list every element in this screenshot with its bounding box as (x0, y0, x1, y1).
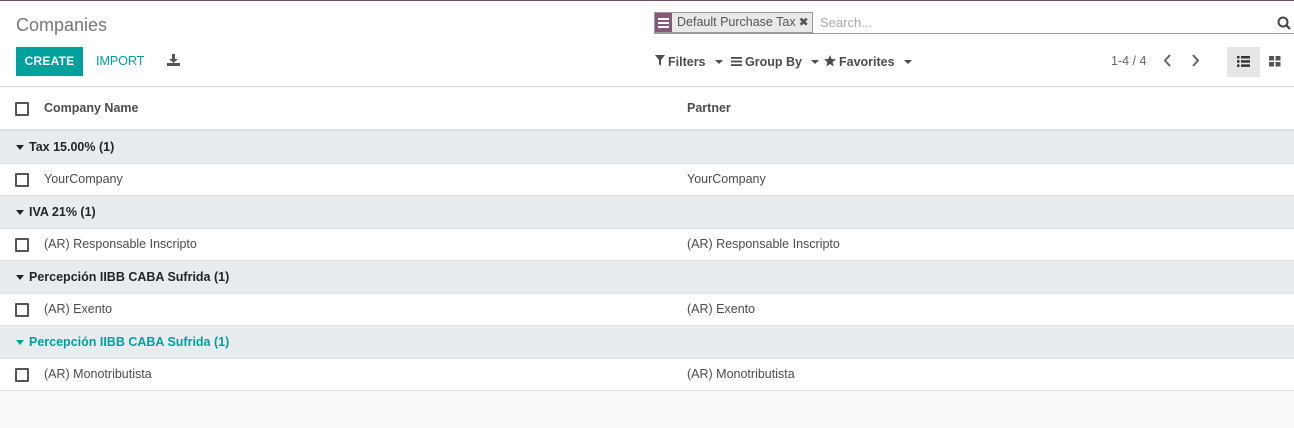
group-label: IVA 21% (1) (29, 205, 96, 219)
row-checkbox[interactable] (15, 367, 29, 382)
company-name-cell: (AR) Monotributista (44, 366, 152, 381)
create-button[interactable]: CREATE (16, 47, 83, 76)
row-checkbox[interactable] (15, 172, 29, 187)
caret-down-icon (714, 60, 723, 64)
import-button[interactable]: IMPORT (96, 47, 144, 76)
favorites-label: Favorites (839, 55, 895, 69)
facet-remove-icon[interactable]: ✖ (799, 13, 812, 32)
control-panel: Companies Default Purchase Tax ✖ CREATE … (0, 1, 1294, 87)
kanban-icon (1269, 55, 1281, 70)
search-facet-label: Default Purchase Tax (677, 15, 796, 29)
list-view-button[interactable] (1227, 47, 1260, 77)
column-header-company-name[interactable]: Company Name (44, 101, 138, 115)
group-label: Tax 15.00% (1) (29, 140, 115, 154)
company-name-cell: (AR) Responsable Inscripto (44, 236, 197, 251)
search-icon[interactable] (1277, 16, 1291, 33)
table-header: Company Name Partner (0, 88, 1294, 131)
select-all-checkbox[interactable] (15, 102, 29, 116)
search-input[interactable] (820, 13, 1260, 32)
pager-value[interactable]: 1-4 / 4 (1111, 54, 1146, 68)
group-row[interactable]: IVA 21% (1) (0, 196, 1294, 229)
table-row[interactable]: (AR) Monotributista (AR) Monotributista (0, 358, 1294, 391)
chevron-left-icon[interactable] (1163, 54, 1172, 70)
caret-down-icon (16, 275, 24, 280)
caret-down-icon (810, 60, 819, 64)
caret-down-icon (16, 210, 24, 215)
table-row[interactable]: (AR) Responsable Inscripto (AR) Responsa… (0, 228, 1294, 261)
table-row[interactable]: YourCompany YourCompany (0, 163, 1294, 196)
company-name-cell: (AR) Exento (44, 301, 113, 316)
group-by-icon (655, 13, 672, 32)
bars-icon (731, 55, 742, 69)
page-title: Companies (16, 15, 108, 35)
group-row[interactable]: Percepción IIBB CABA Sufrida (1) (0, 261, 1294, 294)
company-name-cell: YourCompany (44, 171, 123, 186)
filters-dropdown[interactable]: Filters (655, 54, 723, 70)
companies-table: Company Name Partner Tax 15.00% (1) Your… (0, 88, 1294, 391)
group-by-label: Group By (745, 55, 802, 69)
filters-label: Filters (668, 55, 706, 69)
caret-down-icon (16, 145, 24, 150)
chevron-right-icon[interactable] (1191, 54, 1200, 70)
caret-down-icon (16, 340, 24, 345)
download-icon[interactable] (167, 54, 180, 69)
column-header-partner[interactable]: Partner (687, 101, 731, 115)
partner-cell: (AR) Exento (687, 301, 756, 316)
row-checkbox[interactable] (15, 302, 29, 317)
search-bar: Default Purchase Tax ✖ (654, 12, 1294, 34)
caret-down-icon (903, 60, 912, 64)
group-label: Percepción IIBB CABA Sufrida (1) (29, 335, 230, 349)
favorites-dropdown[interactable]: Favorites (824, 54, 912, 70)
table-row[interactable]: (AR) Exento (AR) Exento (0, 293, 1294, 326)
list-icon (1237, 55, 1250, 70)
filter-icon (655, 55, 665, 69)
partner-cell: (AR) Responsable Inscripto (687, 236, 840, 251)
kanban-view-button[interactable] (1262, 47, 1288, 77)
star-icon (824, 54, 836, 70)
group-by-dropdown[interactable]: Group By (731, 54, 819, 70)
partner-cell: (AR) Monotributista (687, 366, 795, 381)
partner-cell: YourCompany (687, 171, 766, 186)
group-label: Percepción IIBB CABA Sufrida (1) (29, 270, 230, 284)
group-row[interactable]: Percepción IIBB CABA Sufrida (1) (0, 326, 1294, 359)
group-row[interactable]: Tax 15.00% (1) (0, 131, 1294, 164)
search-facet: Default Purchase Tax ✖ (654, 12, 813, 33)
row-checkbox[interactable] (15, 237, 29, 252)
